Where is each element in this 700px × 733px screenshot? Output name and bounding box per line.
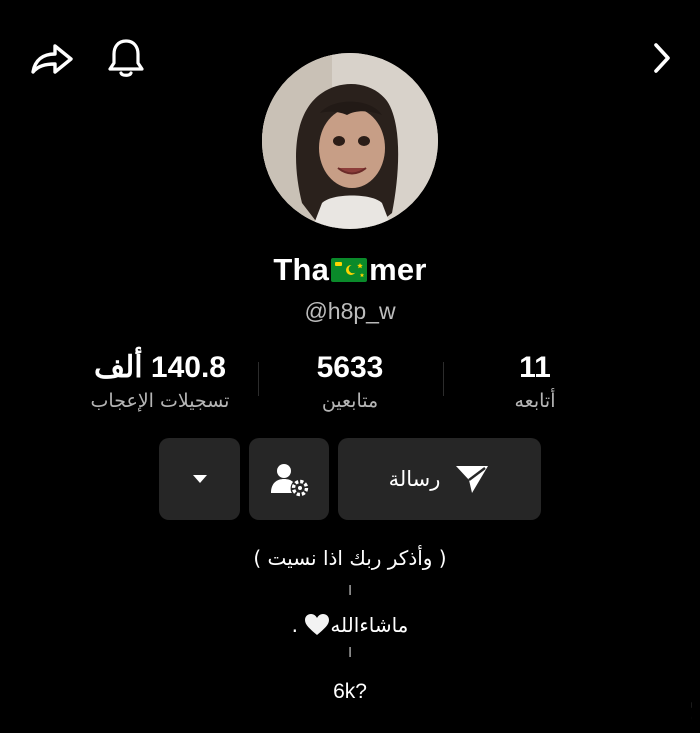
followers-stat[interactable]: 5633 متابعين — [280, 350, 420, 414]
bell-icon[interactable] — [104, 36, 148, 80]
message-button-label: رسالة — [388, 467, 441, 491]
cocos-islands-flag-icon — [331, 258, 368, 282]
stat-divider — [443, 362, 444, 396]
white-heart-icon — [305, 614, 330, 635]
bio-divider-1: ا — [348, 584, 352, 599]
following-label: أتابعه — [514, 390, 556, 412]
following-count: 11 — [519, 351, 551, 384]
haraj-watermark-logo: حراج — [688, 680, 692, 728]
more-dropdown-button[interactable] — [159, 438, 240, 520]
stat-divider — [258, 362, 259, 396]
likes-stat[interactable]: 140.8 ألف تسجيلات الإعجاب — [55, 350, 265, 414]
likes-label: تسجيلات الإعجاب — [90, 390, 230, 412]
svg-text:حراج: حراج — [688, 680, 692, 728]
chevron-right-icon[interactable] — [644, 38, 678, 78]
followers-count: 5633 — [316, 351, 384, 384]
suggested-accounts-button[interactable] — [249, 438, 329, 520]
following-stat[interactable]: 11 أتابعه — [470, 350, 600, 414]
display-name: Tha mer — [0, 252, 700, 288]
message-button[interactable]: رسالة — [338, 438, 541, 520]
caret-down-icon — [192, 475, 207, 483]
avatar[interactable] — [262, 53, 438, 229]
share-icon[interactable] — [28, 38, 76, 78]
send-icon — [456, 466, 489, 493]
user-settings-icon — [271, 464, 309, 497]
display-name-part1: Tha — [273, 252, 330, 287]
followers-label: متابعين — [321, 390, 379, 412]
bio-line-2-text: ماشاءالله — [330, 613, 409, 637]
bio-line-2-suffix: . — [291, 613, 298, 637]
likes-count: 140.8 ألف — [94, 351, 226, 384]
username: @h8p_w — [304, 298, 396, 324]
bio-line-2: . ماشاءالله — [0, 613, 700, 637]
bio-divider-2: ا — [348, 646, 352, 661]
display-name-part2: mer — [369, 252, 427, 287]
bio-line-1: ( وأذكر ربك اذا نسيت ) — [253, 546, 447, 570]
